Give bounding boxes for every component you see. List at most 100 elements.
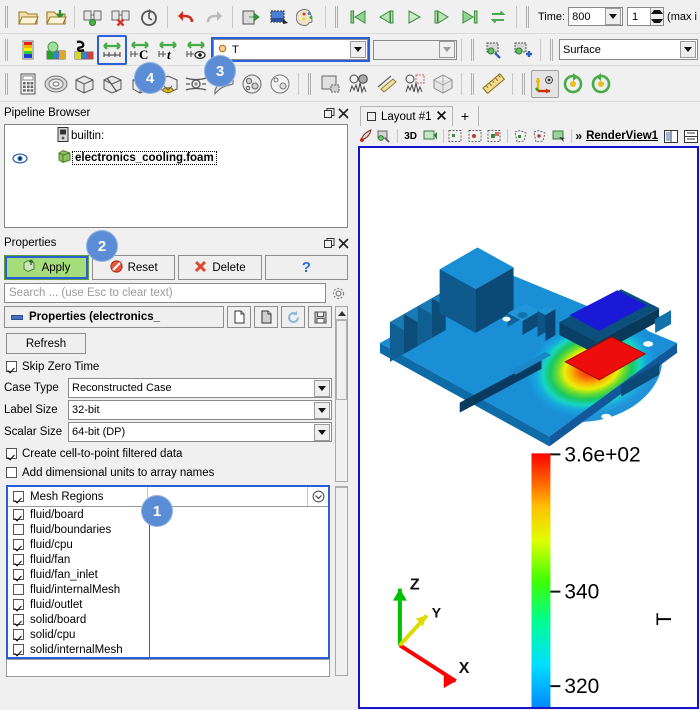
mesh-region-row[interactable]: fluid/boundaries — [8, 522, 150, 537]
toolbar-grip[interactable] — [3, 5, 11, 29]
mesh-region-checkbox[interactable] — [13, 599, 24, 610]
mesh-region-row[interactable]: solid/internalMesh — [8, 642, 150, 657]
camera-toolbar-grip[interactable] — [520, 72, 528, 96]
chevron-down-icon[interactable] — [314, 379, 330, 397]
color-array-selector[interactable]: T — [211, 37, 370, 62]
scalar-size-combo[interactable]: 64-bit (DP) — [68, 422, 332, 442]
save-defaults-button[interactable] — [308, 306, 332, 328]
mesh-region-row[interactable]: fluid/internalMesh — [8, 582, 150, 597]
mesh-region-row[interactable]: fluid/board — [8, 507, 150, 522]
hover-points-button[interactable] — [550, 127, 568, 145]
save-screenshot-button[interactable] — [265, 3, 293, 31]
mesh-region-checkbox[interactable] — [13, 524, 24, 535]
chevron-down-icon[interactable] — [314, 401, 330, 419]
redo-button[interactable] — [200, 3, 228, 31]
reset-session-button[interactable] — [135, 3, 163, 31]
properties-scrollbar-lower[interactable] — [335, 486, 348, 676]
scrollbar-thumb[interactable] — [336, 320, 347, 400]
plot-attributes-button[interactable] — [401, 70, 429, 98]
rescale-over-time-button[interactable]: t — [154, 36, 182, 64]
extract-block-button[interactable] — [429, 70, 457, 98]
time-value-combo[interactable]: 800 — [568, 7, 624, 26]
last-frame-button[interactable] — [456, 3, 484, 31]
pipeline-item-builtin[interactable]: builtin: — [5, 125, 347, 147]
plot-data-over-time-button[interactable] — [373, 70, 401, 98]
visibility-toggle[interactable] — [9, 153, 31, 164]
mesh-regions-select-all-checkbox[interactable] — [13, 491, 24, 502]
split-horizontal-icon[interactable] — [662, 127, 680, 145]
add-dimensional-units-row[interactable]: Add dimensional units to array names — [4, 463, 332, 482]
mesh-region-checkbox[interactable] — [13, 584, 24, 595]
loop-button[interactable] — [484, 3, 512, 31]
spinner-buttons[interactable] — [650, 8, 664, 25]
filters-toolbar-grip[interactable] — [3, 72, 11, 96]
choose-preset-button[interactable] — [70, 36, 98, 64]
mesh-region-row[interactable]: solid/cpu — [8, 627, 150, 642]
next-frame-button[interactable] — [428, 3, 456, 31]
vcr-toolbar-grip[interactable] — [333, 5, 341, 29]
undock-icon[interactable] — [322, 236, 336, 250]
create-cell-to-point-checkbox[interactable] — [6, 448, 17, 459]
mesh-region-checkbox[interactable] — [13, 569, 24, 580]
close-icon[interactable] — [436, 110, 446, 123]
pick-center-button[interactable] — [375, 127, 393, 145]
reset-camera-button[interactable] — [421, 127, 439, 145]
pipeline-browser[interactable]: builtin: electronics_cooling.foam — [4, 124, 348, 228]
plot-selection-button[interactable] — [345, 70, 373, 98]
scrollbar-track[interactable] — [336, 486, 347, 488]
rescale-custom-range-button[interactable]: C — [126, 36, 154, 64]
delete-button[interactable]: Delete — [178, 255, 262, 280]
render-view-name[interactable]: RenderView1 — [584, 130, 660, 142]
properties-group-header[interactable]: Properties (electronics_ — [4, 306, 224, 328]
ruler-button[interactable] — [480, 70, 508, 98]
chevron-down-icon[interactable] — [350, 41, 366, 58]
mesh-region-row[interactable]: fluid/cpu — [8, 537, 150, 552]
first-frame-button[interactable] — [344, 3, 372, 31]
add-dimensional-units-checkbox[interactable] — [6, 467, 17, 478]
skip-zero-time-checkbox[interactable] — [6, 361, 17, 372]
select-points-button[interactable] — [466, 127, 484, 145]
rescale-visible-range-button[interactable] — [182, 36, 210, 64]
select-cells-polygon-button[interactable] — [511, 127, 529, 145]
mesh-region-checkbox[interactable] — [13, 629, 24, 640]
select-data-button[interactable] — [480, 36, 508, 64]
undo-button[interactable] — [172, 3, 200, 31]
chevron-down-icon[interactable] — [605, 8, 622, 25]
contour-filter-button[interactable] — [42, 70, 70, 98]
restore-defaults-button[interactable] — [281, 306, 305, 328]
mesh-region-row[interactable]: fluid/outlet — [8, 597, 150, 612]
representation-selector[interactable]: Surface — [559, 39, 698, 60]
mesh-region-checkbox[interactable] — [13, 539, 24, 550]
mesh-region-row[interactable]: solid/board — [8, 612, 150, 627]
mesh-region-row[interactable]: fluid/fan — [8, 552, 150, 567]
plot-toolbar-grip[interactable] — [306, 72, 314, 96]
time-toolbar-grip[interactable] — [524, 5, 532, 29]
view-toolbar-grip[interactable] — [469, 38, 477, 62]
warp-filter-button[interactable] — [238, 70, 266, 98]
frame-index-spinbox[interactable]: 1 — [627, 7, 665, 26]
mesh-regions-list[interactable]: fluid/board fluid/boundaries fluid/cpu flui… — [8, 507, 328, 657]
paste-properties-button[interactable] — [254, 306, 278, 328]
rescale-to-data-range-button[interactable] — [97, 34, 127, 65]
clip-filter-button[interactable] — [70, 70, 98, 98]
save-state-button[interactable] — [237, 3, 265, 31]
recent-files-button[interactable] — [42, 3, 70, 31]
calculator-filter-button[interactable] — [14, 70, 42, 98]
interact-mode-button[interactable] — [356, 127, 374, 145]
select-blocks-button[interactable] — [486, 127, 504, 145]
layout-tab[interactable]: Layout #1 — [360, 106, 453, 126]
toggle-color-legend-button[interactable] — [14, 36, 42, 64]
colormap-toolbar-grip[interactable] — [3, 38, 11, 62]
close-icon[interactable] — [336, 106, 350, 120]
select-cells-button[interactable] — [447, 127, 465, 145]
render-view-canvas[interactable]: 3.6e+02 340 320 3.0e+02 T X Z Y — [360, 148, 697, 710]
mesh-regions-header-cell[interactable]: Mesh Regions — [8, 487, 148, 506]
add-data-button[interactable] — [508, 36, 536, 64]
mesh-region-checkbox[interactable] — [13, 554, 24, 565]
measure-toolbar-grip[interactable] — [469, 72, 477, 96]
rotate-cw-button[interactable] — [587, 70, 615, 98]
open-file-button[interactable] — [14, 3, 42, 31]
pipeline-item-source[interactable]: electronics_cooling.foam — [5, 147, 347, 169]
search-input[interactable]: Search ... (use Esc to clear text) — [4, 283, 326, 303]
plot-over-line-button[interactable] — [317, 70, 345, 98]
